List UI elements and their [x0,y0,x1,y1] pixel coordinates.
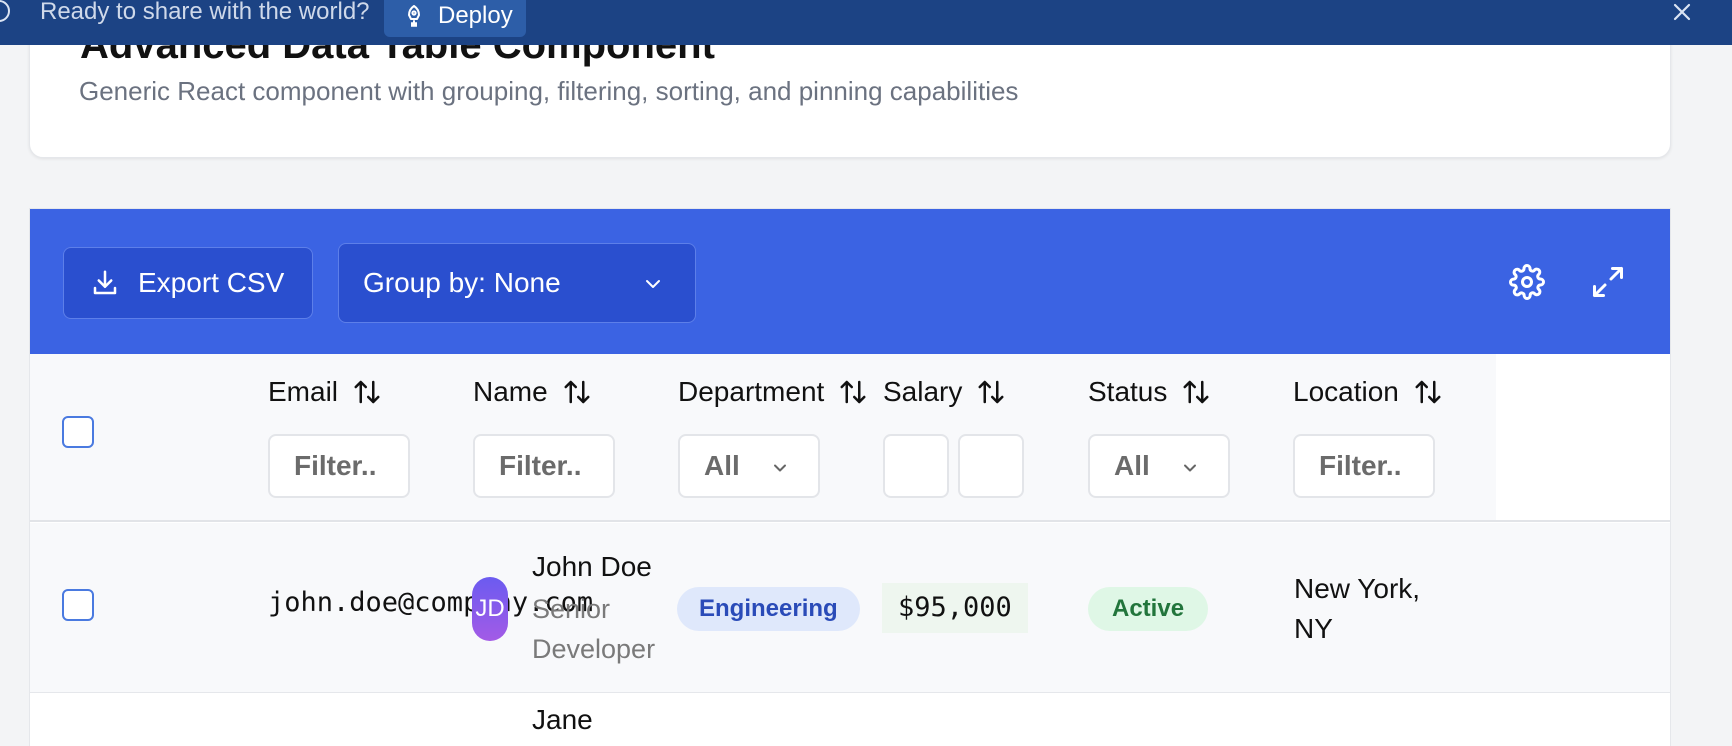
status-filter-value: All [1114,450,1150,481]
export-csv-button[interactable]: Export CSV [63,247,313,319]
group-by-label: Group by: None [363,267,561,298]
deploy-button[interactable]: Deploy [384,0,526,37]
column-header-department[interactable]: Department [678,376,868,408]
department-filter-value: All [704,450,740,481]
person-role: Senior Developer [532,594,656,664]
page-subtitle: Generic React component with grouping, f… [79,76,1019,106]
sort-icon[interactable] [976,377,1006,407]
download-icon [93,270,117,295]
deploy-label: Deploy [438,1,513,29]
sort-icon[interactable] [352,377,382,407]
data-table-panel: Export CSV Group by: None Email Filter..… [29,208,1671,746]
chevron-down-icon [774,464,786,472]
table-header-row: Email Filter.. Name Filter.. Department … [30,354,1496,522]
chevron-down-icon [1184,464,1196,472]
table-row[interactable]: john.doe@company.com JD John Doe Senior … [30,523,1670,693]
status-filter-select[interactable]: All [1088,434,1230,498]
column-label: Email [268,376,339,407]
sort-icon[interactable] [838,377,868,407]
location-filter-input[interactable]: Filter.. [1293,434,1435,498]
table-row[interactable]: Jane [30,694,1670,746]
chevron-down-icon [646,280,660,288]
column-header-name[interactable]: Name [473,376,592,408]
column-label: Location [1293,376,1399,407]
avatar: JD [472,577,508,641]
sort-icon[interactable] [562,377,592,407]
column-header-salary[interactable]: Salary [883,376,1006,408]
location-cell: New York, NY [1294,573,1421,644]
sort-icon[interactable] [1181,377,1211,407]
salary-max-input[interactable] [958,434,1024,498]
salary-min-input[interactable] [883,434,949,498]
expand-icon[interactable] [1590,264,1626,300]
export-csv-label: Export CSV [138,267,285,298]
column-header-location[interactable]: Location [1293,376,1443,408]
select-all-checkbox[interactable] [62,416,94,448]
table-header-spacer [1496,354,1670,522]
column-header-status[interactable]: Status [1088,376,1211,408]
column-label: Department [678,376,825,407]
rocket-icon [408,4,420,27]
person-name: Jane [532,704,593,735]
person-name: John Doe [532,551,652,582]
column-label: Salary [883,376,963,407]
salary-cell: $95,000 [882,583,1028,633]
department-filter-select[interactable]: All [678,434,820,498]
email-filter-input[interactable]: Filter.. [268,434,410,498]
name-filter-input[interactable]: Filter.. [473,434,615,498]
close-icon[interactable] [1670,0,1694,24]
table-toolbar: Export CSV Group by: None [30,209,1670,354]
row-checkbox[interactable] [62,589,94,621]
status-badge: Active [1088,587,1209,631]
group-by-select[interactable]: Group by: None [338,243,696,323]
gear-icon[interactable] [1509,264,1545,300]
column-label: Name [473,376,548,407]
column-label: Status [1088,376,1168,407]
deploy-banner: i Ready to share with the world? Deploy [0,0,1732,45]
banner-message: Ready to share with the world? [40,0,370,25]
info-icon: i [0,0,10,22]
sort-icon[interactable] [1413,377,1443,407]
department-badge: Engineering [677,587,860,631]
column-header-email[interactable]: Email [268,376,382,408]
